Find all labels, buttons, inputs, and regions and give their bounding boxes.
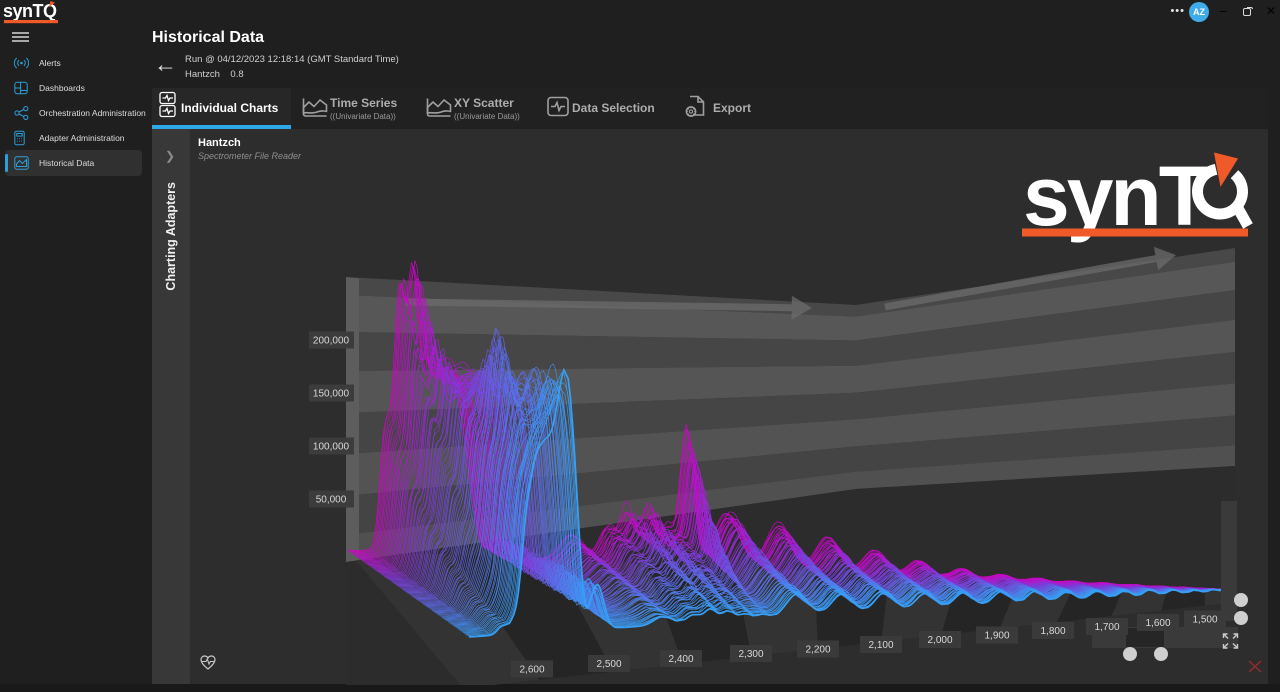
svg-text:synTQ: synTQ [3, 1, 57, 21]
